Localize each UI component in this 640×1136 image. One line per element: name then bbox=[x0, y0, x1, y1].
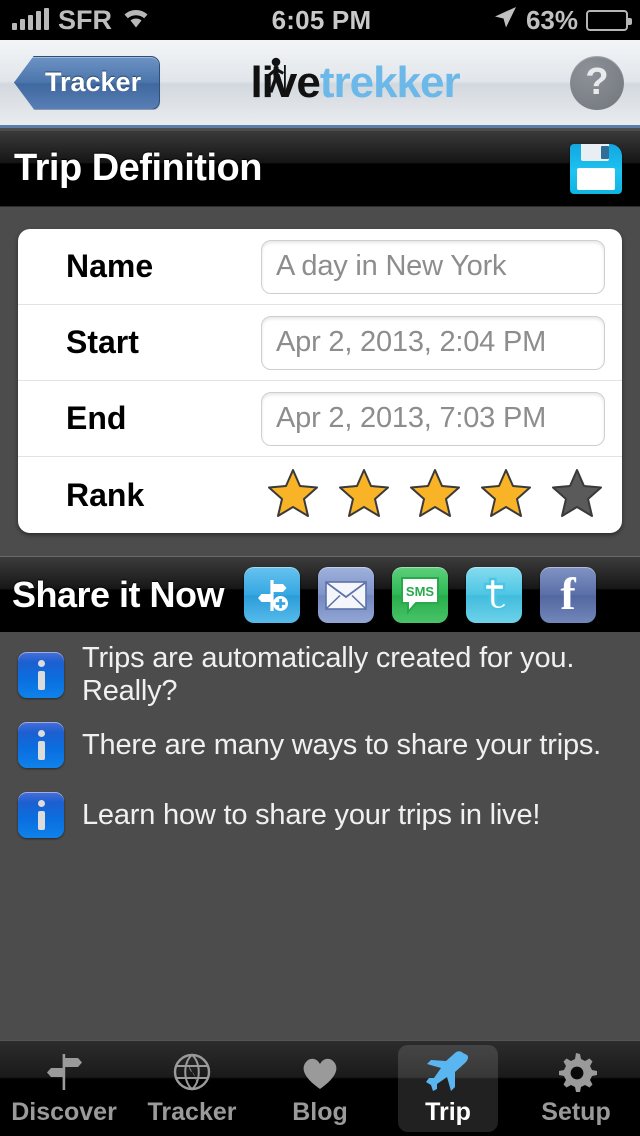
rank-star-1[interactable] bbox=[267, 468, 319, 523]
app-logo: live trekker bbox=[140, 56, 570, 111]
help-button[interactable]: ? bbox=[570, 55, 624, 110]
signpost-icon bbox=[42, 1050, 86, 1094]
info-icon bbox=[18, 792, 64, 838]
tab-label: Setup bbox=[541, 1098, 611, 1126]
start-label: Start bbox=[66, 324, 139, 360]
save-button[interactable] bbox=[570, 143, 622, 194]
sms-icon[interactable]: SMS bbox=[392, 566, 449, 623]
back-button[interactable]: Tracker bbox=[14, 55, 161, 110]
tab-tracker[interactable]: Tracker bbox=[128, 1041, 256, 1136]
rank-star-3[interactable] bbox=[409, 468, 461, 523]
info-item-label: Trips are automatically created for you.… bbox=[82, 642, 575, 707]
logo-trekker-text: trekker bbox=[319, 57, 461, 107]
info-list-item[interactable]: Learn how to share your trips in live! bbox=[0, 780, 640, 850]
status-bar-left: SFR bbox=[0, 5, 151, 36]
info-icon bbox=[18, 652, 64, 698]
twitter-icon[interactable] bbox=[466, 566, 523, 623]
tab-blog[interactable]: Blog bbox=[256, 1041, 384, 1136]
app-root: SFR 6:05 PM 63% Tracker live trekker ? T… bbox=[0, 0, 640, 1136]
email-icon[interactable] bbox=[318, 566, 375, 623]
rank-star-5[interactable] bbox=[551, 468, 603, 523]
info-list-item[interactable]: Trips are automatically created for you.… bbox=[0, 640, 640, 710]
rank-star-4[interactable] bbox=[480, 468, 532, 523]
navigation-bar: Tracker live trekker ? bbox=[0, 40, 640, 128]
tab-label: Blog bbox=[292, 1098, 348, 1126]
globe-icon bbox=[172, 1050, 212, 1094]
section-header: Trip Definition bbox=[0, 131, 640, 207]
tab-label: Discover bbox=[11, 1098, 117, 1126]
tab-label: Tracker bbox=[147, 1098, 237, 1126]
info-icon bbox=[18, 722, 64, 768]
share-title: Share it Now bbox=[12, 573, 225, 615]
form-row-name: Name A day in New York bbox=[18, 229, 622, 305]
gear-icon bbox=[555, 1050, 597, 1094]
airplane-icon bbox=[425, 1050, 471, 1094]
status-bar-right: 63% bbox=[492, 4, 640, 37]
clock-label: 6:05 PM bbox=[271, 4, 372, 35]
info-item-label: There are many ways to share your trips. bbox=[82, 728, 602, 761]
tab-discover[interactable]: Discover bbox=[0, 1041, 128, 1136]
waypoint-add-icon[interactable] bbox=[244, 566, 301, 623]
rank-star-2[interactable] bbox=[338, 468, 390, 523]
back-button-label: Tracker bbox=[45, 67, 142, 97]
hiker-icon bbox=[263, 56, 289, 111]
form-row-end: End Apr 2, 2013, 7:03 PM bbox=[18, 381, 622, 457]
rank-star-rating[interactable] bbox=[261, 468, 622, 523]
facebook-icon[interactable]: f bbox=[540, 566, 597, 623]
info-item-label: Learn how to share your trips in live! bbox=[82, 798, 541, 831]
start-date-input[interactable]: Apr 2, 2013, 2:04 PM bbox=[261, 315, 605, 370]
info-list-item[interactable]: There are many ways to share your trips. bbox=[0, 710, 640, 780]
tab-trip[interactable]: Trip bbox=[384, 1041, 512, 1136]
share-bar: Share it Now SMS f bbox=[0, 556, 640, 632]
name-input[interactable]: A day in New York bbox=[261, 239, 605, 294]
form-row-rank: Rank bbox=[18, 457, 622, 533]
signal-bars-icon bbox=[12, 8, 49, 30]
heart-icon bbox=[299, 1050, 341, 1094]
tab-label: Trip bbox=[425, 1098, 471, 1126]
tab-setup[interactable]: Setup bbox=[512, 1041, 640, 1136]
logo-live-text: live bbox=[250, 56, 321, 111]
share-icon-group: SMS f bbox=[244, 566, 597, 623]
trip-definition-card: Name A day in New York Start Apr 2, 2013… bbox=[18, 229, 622, 533]
battery-icon bbox=[586, 9, 632, 31]
name-label: Name bbox=[66, 248, 154, 284]
facebook-letter: f bbox=[560, 567, 576, 619]
location-arrow-icon bbox=[492, 4, 518, 37]
form-row-start: Start Apr 2, 2013, 2:04 PM bbox=[18, 305, 622, 381]
battery-percent-label: 63% bbox=[525, 4, 578, 35]
status-bar: SFR 6:05 PM 63% bbox=[0, 0, 640, 40]
help-button-label: ? bbox=[585, 61, 609, 103]
svg-text:SMS: SMS bbox=[406, 584, 435, 599]
carrier-label: SFR bbox=[58, 4, 112, 35]
page-title: Trip Definition bbox=[14, 147, 262, 189]
rank-label: Rank bbox=[66, 476, 145, 513]
tab-bar: Discover Tracker Blog Trip Setup bbox=[0, 1040, 640, 1136]
floppy-disk-save-icon bbox=[570, 143, 622, 194]
wifi-icon bbox=[121, 5, 151, 36]
end-label: End bbox=[66, 400, 127, 436]
end-date-input[interactable]: Apr 2, 2013, 7:03 PM bbox=[261, 391, 605, 446]
info-list: Trips are automatically created for you.… bbox=[0, 640, 640, 850]
